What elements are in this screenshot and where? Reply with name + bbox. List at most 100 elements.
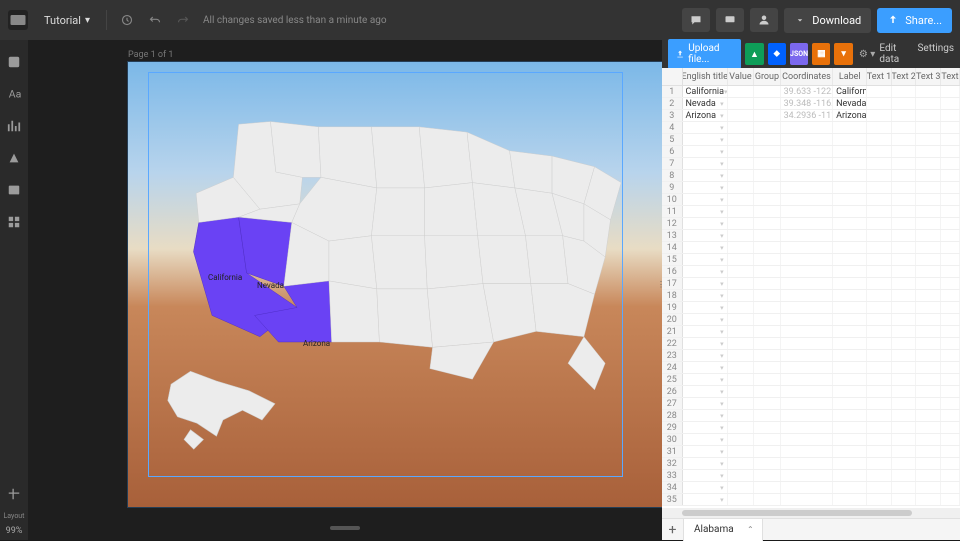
cell-text1[interactable] [867,338,892,349]
cell-text2[interactable] [892,122,917,133]
table-row[interactable]: 32▾ [662,458,960,470]
collaborators-button[interactable] [750,8,778,32]
cell-label[interactable] [833,494,867,505]
cell-group[interactable] [754,194,781,205]
cell-text3[interactable] [916,266,941,277]
text-tool-icon[interactable]: Aa [0,80,28,108]
cell-text2[interactable] [892,146,917,157]
cell-text1[interactable] [867,374,892,385]
cell-text4[interactable] [941,434,960,445]
cell-text4[interactable] [941,98,960,109]
cell-group[interactable] [754,446,781,457]
cell-text2[interactable] [892,218,917,229]
cell-label[interactable] [833,410,867,421]
table-row[interactable]: 15▾ [662,254,960,266]
cell-text2[interactable] [892,422,917,433]
cell-group[interactable] [754,230,781,241]
cell-text1[interactable] [867,302,892,313]
cell-text1[interactable] [867,446,892,457]
download-button[interactable]: Download [784,8,871,33]
cell-coord[interactable] [781,482,834,493]
json-source-button[interactable]: JSON [790,43,808,65]
cell-value[interactable] [728,338,755,349]
cell-text4[interactable] [941,494,960,505]
cell-value[interactable] [728,182,755,193]
cell-title[interactable]: ▾ [683,446,728,457]
cell-title[interactable]: ▾ [683,422,728,433]
canvas-frame[interactable]: California Nevada Arizona [128,62,662,507]
cell-value[interactable] [728,482,755,493]
cell-text4[interactable] [941,326,960,337]
cell-coord[interactable] [781,374,834,385]
cell-text4[interactable] [941,314,960,325]
cell-label[interactable] [833,314,867,325]
table-row[interactable]: 6▾ [662,146,960,158]
cell-text3[interactable] [916,254,941,265]
col-text4[interactable]: Text [941,68,960,85]
cell-group[interactable] [754,254,781,265]
cell-text4[interactable] [941,338,960,349]
cell-text4[interactable] [941,362,960,373]
cell-text1[interactable] [867,254,892,265]
col-text1[interactable]: Text 1 [867,68,892,85]
cell-text3[interactable] [916,98,941,109]
table-row[interactable]: 2Nevada▾39.348 -116.6504Nevada [662,98,960,110]
dropbox-icon[interactable]: ⬥ [768,43,786,65]
cell-text3[interactable] [916,182,941,193]
zoom-level[interactable]: 99% [0,526,28,536]
cell-coord[interactable] [781,446,834,457]
table-row[interactable]: 31▾ [662,446,960,458]
cell-text1[interactable] [867,182,892,193]
table-row[interactable]: 13▾ [662,230,960,242]
cell-value[interactable] [728,230,755,241]
edit-data-link[interactable]: Edit data [879,43,903,65]
cell-group[interactable] [754,182,781,193]
cell-text2[interactable] [892,362,917,373]
cell-coord[interactable] [781,338,834,349]
cell-label[interactable] [833,122,867,133]
cell-title[interactable]: ▾ [683,218,728,229]
cell-text4[interactable] [941,290,960,301]
cell-label[interactable] [833,182,867,193]
cell-text2[interactable] [892,458,917,469]
table-row[interactable]: 21▾ [662,326,960,338]
cell-group[interactable] [754,134,781,145]
grid-body[interactable]: 1California▾39.633 -122.032California2Ne… [662,86,960,508]
cell-text1[interactable] [867,194,892,205]
cell-text4[interactable] [941,302,960,313]
table-row[interactable]: 22▾ [662,338,960,350]
cell-group[interactable] [754,302,781,313]
cell-title[interactable]: ▾ [683,122,728,133]
cell-text4[interactable] [941,398,960,409]
cell-title[interactable]: Nevada▾ [683,98,728,109]
cell-coord[interactable] [781,278,834,289]
table-row[interactable]: 3Arizona▾34.2936 -111.6596Arizona [662,110,960,122]
cell-title[interactable]: ▾ [683,134,728,145]
col-english-title[interactable]: English title [683,68,728,85]
cell-text3[interactable] [916,314,941,325]
cell-group[interactable] [754,386,781,397]
cell-value[interactable] [728,314,755,325]
cell-text2[interactable] [892,206,917,217]
cell-group[interactable] [754,314,781,325]
table-row[interactable]: 19▾ [662,302,960,314]
cell-text4[interactable] [941,134,960,145]
table-row[interactable]: 11▾ [662,206,960,218]
cell-text4[interactable] [941,218,960,229]
layout-icon[interactable] [0,480,28,508]
cell-title[interactable]: ▾ [683,326,728,337]
cell-text1[interactable] [867,350,892,361]
cell-text1[interactable] [867,146,892,157]
more-sources-button[interactable]: ▾ [834,43,852,65]
cell-text2[interactable] [892,98,917,109]
cell-label[interactable] [833,290,867,301]
cell-text2[interactable] [892,494,917,505]
cell-label[interactable] [833,206,867,217]
cell-title[interactable]: ▾ [683,290,728,301]
cell-group[interactable] [754,326,781,337]
insert-icon[interactable] [0,48,28,76]
cell-text1[interactable] [867,398,892,409]
cell-value[interactable] [728,410,755,421]
cell-text1[interactable] [867,266,892,277]
cell-value[interactable] [728,86,755,97]
